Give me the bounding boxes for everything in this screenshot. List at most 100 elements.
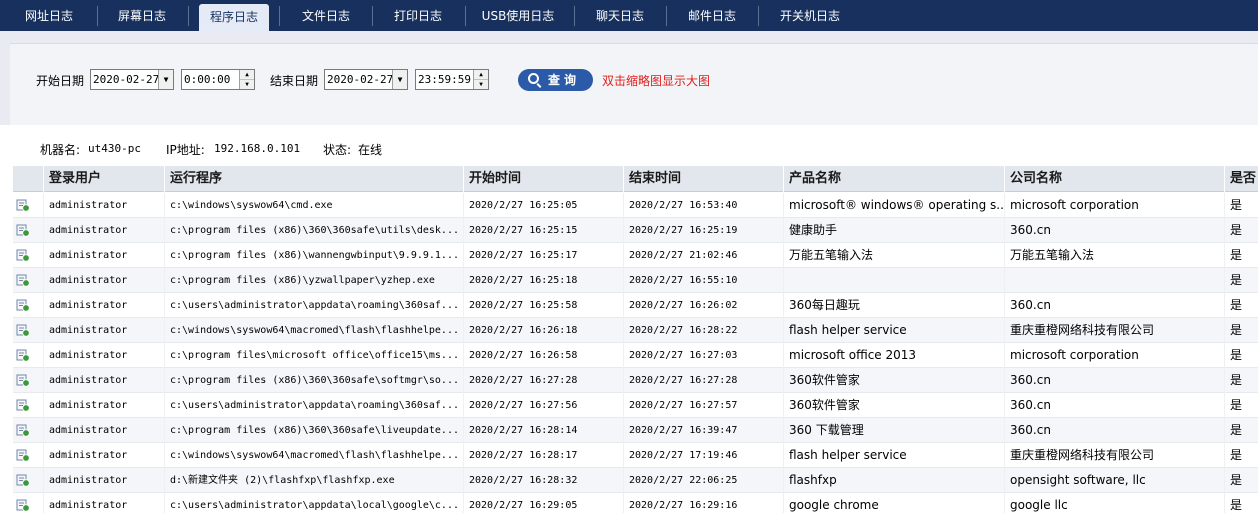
table-row[interactable]: administrator c:\program files (x86)\yzwa… (13, 268, 1258, 293)
cell-end-time: 2020/2/27 16:27:03 (623, 343, 783, 368)
tab-usb-log[interactable]: USB使用日志 (468, 0, 568, 31)
program-log-icon (16, 274, 30, 287)
cell-product: flash helper service (783, 318, 1004, 343)
header-icon-column (13, 166, 43, 192)
cell-end-time: 2020/2/27 16:27:57 (623, 393, 783, 418)
tab-chat-log[interactable]: 聊天日志 (578, 0, 662, 31)
tab-divider (188, 6, 189, 26)
program-log-icon (16, 449, 30, 462)
tab-program-log[interactable]: 程序日志 (199, 4, 269, 31)
cell-product: flash helper service (783, 443, 1004, 468)
cell-end-time: 2020/2/27 16:39:47 (623, 418, 783, 443)
column-header-company[interactable]: 公司名称 (1004, 166, 1224, 192)
cell-program: c:\users\administrator\appdata\local\goo… (164, 493, 463, 513)
start-time-stepper[interactable]: 0:00:00 ▲ ▼ (181, 69, 255, 90)
table-row[interactable]: administrator c:\program files (x86)\wann… (13, 243, 1258, 268)
column-header-product[interactable]: 产品名称 (783, 166, 1004, 192)
cell-end-time: 2020/2/27 16:25:19 (623, 218, 783, 243)
cell-user: administrator (43, 468, 164, 493)
chevron-down-icon[interactable]: ▼ (392, 70, 407, 89)
table-row[interactable]: administrator c:\program files\microsoft … (13, 343, 1258, 368)
end-date-value: 2020-02-27 (327, 73, 394, 86)
query-button[interactable]: 查询 (518, 69, 593, 91)
end-date-label: 结束日期 (270, 74, 319, 88)
tab-print-log[interactable]: 打印日志 (376, 0, 460, 31)
column-header-program[interactable]: 运行程序 (164, 166, 463, 192)
cell-company: google llc (1004, 493, 1224, 513)
column-header-user[interactable]: 登录用户 (43, 166, 164, 192)
machine-name-label: 机器名: (40, 143, 81, 157)
machine-name-value: ut430-pc (88, 142, 141, 155)
cell-program: c:\windows\syswow64\macromed\flash\flash… (164, 318, 463, 343)
column-header-flag[interactable]: 是否 (1224, 166, 1258, 192)
table-row[interactable]: administrator d:\新建文件夹 (2)\flashfxp\flash… (13, 468, 1258, 493)
cell-flag: 是 (1224, 293, 1258, 318)
cell-user: administrator (43, 443, 164, 468)
tab-divider (666, 6, 667, 26)
cell-program: c:\windows\syswow64\macromed\flash\flash… (164, 443, 463, 468)
ip-address-label: IP地址: (166, 143, 205, 157)
query-button-label: 查询 (548, 73, 581, 87)
cell-company: microsoft corporation (1004, 193, 1224, 218)
cell-product: 360软件管家 (783, 368, 1004, 393)
chevron-down-icon[interactable]: ▼ (158, 70, 173, 89)
cell-flag: 是 (1224, 418, 1258, 443)
table-row[interactable]: administrator c:\windows\syswow64\macrome… (13, 443, 1258, 468)
tab-divider (97, 6, 98, 26)
cell-start-time: 2020/2/27 16:26:18 (463, 318, 623, 343)
end-time-stepper[interactable]: 23:59:59 ▲ ▼ (415, 69, 489, 90)
status-value: 在线 (358, 143, 383, 157)
tab-screen-log[interactable]: 屏幕日志 (101, 0, 183, 31)
cell-user: administrator (43, 318, 164, 343)
cell-company: 万能五笔输入法 (1004, 243, 1224, 268)
start-date-select[interactable]: 2020-02-27 ▼ (90, 69, 174, 90)
cell-end-time: 2020/2/27 16:26:02 (623, 293, 783, 318)
column-header-end-time[interactable]: 结束时间 (623, 166, 783, 192)
table-row[interactable]: administrator c:\program files (x86)\360\… (13, 418, 1258, 443)
table-row[interactable]: administrator c:\users\administrator\appd… (13, 393, 1258, 418)
cell-product: 万能五笔输入法 (783, 243, 1004, 268)
cell-program: c:\program files (x86)\wannengwbinput\9.… (164, 243, 463, 268)
cell-flag: 是 (1224, 268, 1258, 293)
table-row[interactable]: administrator c:\windows\syswow64\cmd.exe… (13, 193, 1258, 218)
cell-company: 360.cn (1004, 218, 1224, 243)
cell-start-time: 2020/2/27 16:25:05 (463, 193, 623, 218)
tab-url-log[interactable]: 网址日志 (8, 0, 90, 31)
cell-user: administrator (43, 343, 164, 368)
start-date-label: 开始日期 (36, 74, 85, 88)
cell-start-time: 2020/2/27 16:28:14 (463, 418, 623, 443)
cell-product: google chrome (783, 493, 1004, 513)
program-log-icon (16, 224, 30, 237)
cell-program: c:\users\administrator\appdata\roaming\3… (164, 293, 463, 318)
table-row[interactable]: administrator c:\users\administrator\appd… (13, 493, 1258, 513)
start-time-value: 0:00:00 (184, 73, 231, 86)
spinner-icon[interactable]: ▲ ▼ (239, 70, 254, 89)
cell-product (783, 268, 1004, 293)
tab-mail-log[interactable]: 邮件日志 (670, 0, 754, 31)
start-date-value: 2020-02-27 (93, 73, 160, 86)
table-row[interactable]: administrator c:\windows\syswow64\macrome… (13, 318, 1258, 343)
program-log-icon (16, 349, 30, 362)
cell-start-time: 2020/2/27 16:28:32 (463, 468, 623, 493)
program-log-icon (16, 324, 30, 337)
tab-divider (758, 6, 759, 26)
end-date-select[interactable]: 2020-02-27 ▼ (324, 69, 408, 90)
cell-start-time: 2020/2/27 16:28:17 (463, 443, 623, 468)
program-log-icon (16, 249, 30, 262)
spinner-icon[interactable]: ▲ ▼ (473, 70, 488, 89)
program-log-icon (16, 499, 30, 512)
column-header-start-time[interactable]: 开始时间 (463, 166, 623, 192)
tab-file-log[interactable]: 文件日志 (284, 0, 368, 31)
tab-divider (574, 6, 575, 26)
cell-program: c:\program files (x86)\360\360safe\liveu… (164, 418, 463, 443)
program-log-icon (16, 474, 30, 487)
tab-divider (279, 6, 280, 26)
table-row[interactable]: administrator c:\users\administrator\appd… (13, 293, 1258, 318)
cell-user: administrator (43, 293, 164, 318)
cell-start-time: 2020/2/27 16:25:58 (463, 293, 623, 318)
cell-end-time: 2020/2/27 16:53:40 (623, 193, 783, 218)
tab-power-log[interactable]: 开关机日志 (762, 0, 858, 31)
table-row[interactable]: administrator c:\program files (x86)\360\… (13, 368, 1258, 393)
table-row[interactable]: administrator c:\program files (x86)\360\… (13, 218, 1258, 243)
cell-company: opensight software, llc (1004, 468, 1224, 493)
